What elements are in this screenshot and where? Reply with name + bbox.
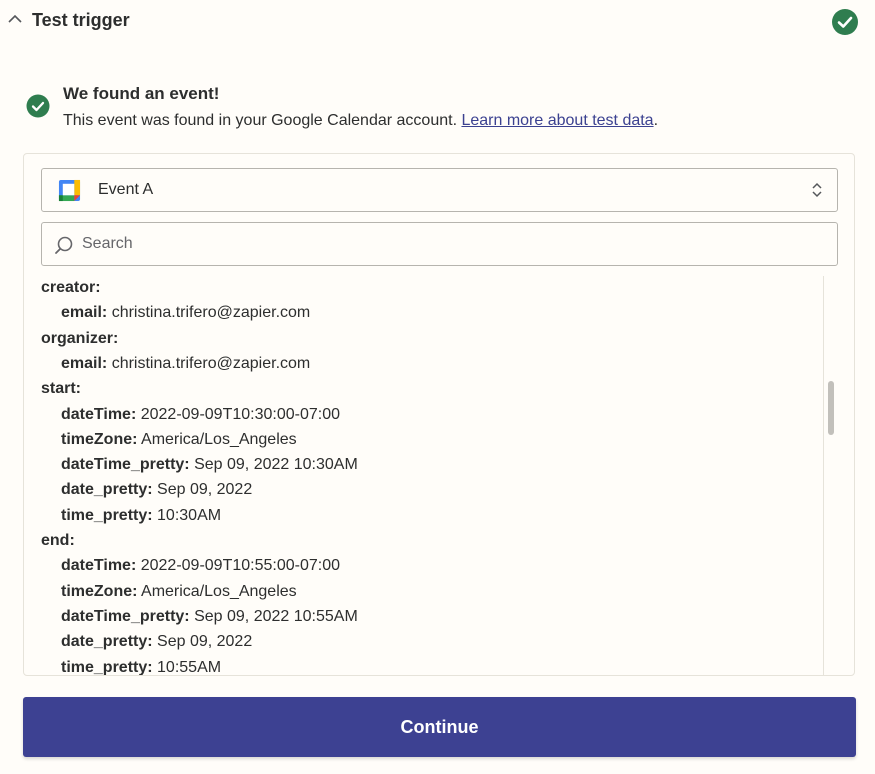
field-key: timeZone:: [61, 430, 138, 448]
field-value: 2022-09-09T10:30:00-07:00: [140, 405, 340, 423]
field-key: creator:: [41, 279, 101, 296]
field-value: Sep 09, 2022 10:55AM: [194, 607, 358, 625]
field-value: 10:55AM: [157, 658, 222, 676]
data-field-row: time_pretty: 10:55AM: [61, 658, 222, 676]
data-field-row: timeZone: America/Los_Angeles: [61, 430, 297, 450]
field-key: date_pretty:: [61, 633, 153, 651]
learn-more-link[interactable]: Learn more about test data: [461, 112, 653, 129]
section-title: Test trigger: [32, 10, 130, 30]
data-field-row: dateTime: 2022-09-09T10:30:00-07:00: [61, 405, 340, 425]
field-value: christina.trifero@zapier.com: [111, 304, 311, 322]
found-description-text: This event was found in your Google Cale…: [63, 112, 462, 129]
found-title: We found an event!: [63, 84, 220, 103]
field-value: America/Los_Angeles: [141, 430, 297, 448]
chevron-up-icon[interactable]: [8, 14, 22, 24]
data-field-row: start:: [41, 379, 81, 399]
field-key: date_pretty:: [61, 481, 153, 499]
check-circle-icon: [832, 9, 858, 35]
section-header[interactable]: Test trigger: [0, 0, 875, 44]
continue-button[interactable]: Continue: [23, 697, 856, 757]
selected-event: Event A: [98, 181, 154, 198]
data-field-row: dateTime_pretty: Sep 09, 2022 10:55AM: [61, 607, 358, 627]
chevron-up-down-icon: [812, 182, 822, 198]
test-data-panel: Event A creator: email: christina.trifero…: [23, 153, 855, 676]
field-value: 2022-09-09T10:55:00-07:00: [140, 557, 340, 575]
test-data-list: creator: email: christina.trifero@zapier.…: [24, 276, 824, 676]
field-key: dateTime_pretty:: [61, 456, 190, 474]
field-key: time_pretty:: [61, 506, 153, 524]
field-key: end:: [41, 532, 75, 549]
data-field-row: time_pretty: 10:30AM: [61, 506, 221, 526]
data-field-row: end:: [41, 531, 75, 551]
field-key: email:: [61, 304, 108, 322]
data-field-row: dateTime_pretty: Sep 09, 2022 10:30AM: [61, 455, 358, 475]
field-key: dateTime_pretty:: [61, 607, 190, 625]
field-value: America/Los_Angeles: [141, 582, 297, 600]
google-calendar-icon: [58, 179, 81, 202]
data-field-row: date_pretty: Sep 09, 2022: [61, 480, 252, 500]
field-key: dateTime:: [61, 557, 137, 575]
field-key: organizer:: [41, 329, 119, 347]
field-value: christina.trifero@zapier.com: [111, 354, 311, 372]
event-select[interactable]: Event A: [41, 168, 838, 212]
field-value: Sep 09, 2022: [157, 481, 253, 499]
field-key: time_pretty:: [61, 658, 153, 676]
scrollbar-thumb[interactable]: [828, 381, 834, 435]
found-description: This event was found in your Google Cale…: [63, 112, 658, 130]
field-key: timeZone:: [61, 582, 138, 600]
field-value: 10:30AM: [157, 506, 222, 524]
data-field-row: email: christina.trifero@zapier.com: [61, 354, 310, 374]
field-value: Sep 09, 2022: [157, 633, 253, 651]
field-key: email:: [61, 354, 108, 372]
data-field-row: creator:: [41, 278, 101, 298]
field-key: start:: [41, 380, 82, 398]
scrollbar[interactable]: [823, 276, 837, 675]
success-check-icon: [26, 94, 50, 118]
field-value: Sep 09, 2022 10:30AM: [194, 456, 358, 474]
data-field-row: timeZone: America/Los_Angeles: [61, 582, 297, 602]
data-field-row: email: christina.trifero@zapier.com: [61, 303, 310, 323]
data-field-row: organizer:: [41, 329, 118, 349]
found-description-end: .: [653, 112, 659, 129]
field-key: dateTime:: [61, 405, 137, 423]
data-field-row: dateTime: 2022-09-09T10:55:00-07:00: [61, 556, 340, 576]
search-box[interactable]: [41, 222, 838, 266]
search-icon: [55, 236, 73, 254]
data-field-row: date_pretty: Sep 09, 2022: [61, 632, 252, 652]
search-input[interactable]: [82, 231, 822, 257]
